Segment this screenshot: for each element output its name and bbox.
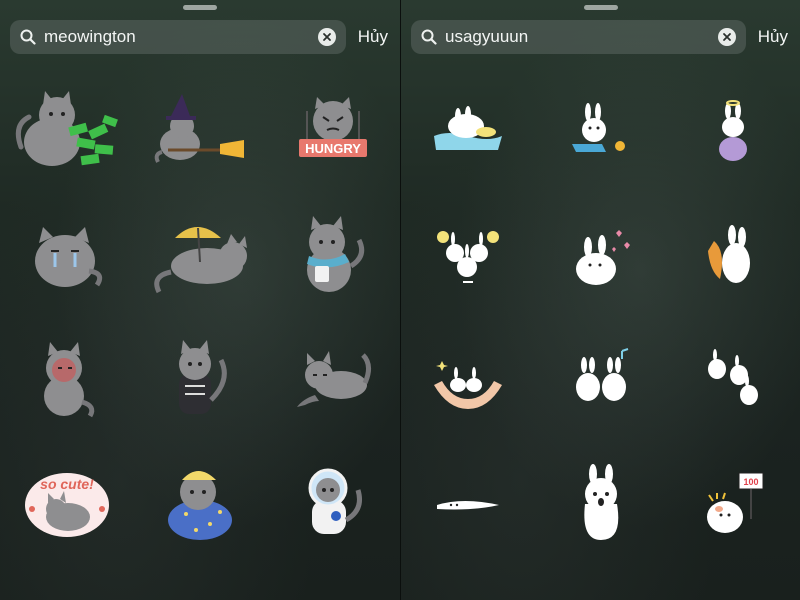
cat-hungry-sticker[interactable]: HUNGRY (267, 70, 400, 194)
drag-handle[interactable] (183, 5, 217, 10)
search-query: usagyuuun (445, 27, 529, 46)
search-input[interactable]: meowington (10, 20, 346, 54)
rabbit-cheerleaders-sticker[interactable] (401, 194, 534, 318)
cat-so-cute-sticker[interactable]: so cute! (0, 442, 133, 566)
cancel-button[interactable]: Hủy (358, 27, 388, 47)
sticker-search-panel-right: usagyuuun Hủy 100 (401, 0, 800, 600)
cat-astronaut-sticker[interactable] (267, 442, 400, 566)
sign-caption: 100 (743, 477, 758, 487)
rabbit-surprised-sticker[interactable] (534, 442, 667, 566)
rabbit-cloud-bath-sticker[interactable] (401, 70, 534, 194)
cat-scarf-mug-sticker[interactable] (267, 194, 400, 318)
clear-search-button[interactable] (317, 28, 336, 46)
rabbit-carrot-sticker[interactable] (667, 194, 800, 318)
sticker-grid: HUNGRY so cute! (0, 70, 400, 566)
cat-money-sticker[interactable] (0, 70, 133, 194)
cat-crying-sticker[interactable] (0, 194, 133, 318)
cat-umbrella-lying-sticker[interactable] (133, 194, 266, 318)
search-bar: meowington Hủy (10, 20, 390, 54)
close-icon (322, 33, 331, 41)
rabbit-sign-sticker[interactable]: 100 (667, 442, 800, 566)
rabbit-laptop-sticker[interactable] (534, 70, 667, 194)
so-cute-caption: so cute! (40, 476, 94, 492)
search-bar: usagyuuun Hủy (411, 20, 790, 54)
cat-blushing-sticker[interactable] (0, 318, 133, 442)
rabbit-lying-flat-sticker[interactable] (401, 442, 534, 566)
cancel-button[interactable]: Hủy (758, 27, 788, 47)
hungry-caption: HUNGRY (305, 141, 361, 156)
search-input[interactable]: usagyuuun (411, 20, 746, 54)
rabbit-stacked-sticker[interactable] (667, 70, 800, 194)
clear-search-button[interactable] (717, 28, 736, 46)
cat-witch-broom-sticker[interactable] (133, 70, 266, 194)
rabbit-dancing-pair-sticker[interactable] (534, 318, 667, 442)
sticker-grid: 100 (401, 70, 800, 566)
rabbit-floating-sticker[interactable] (667, 318, 800, 442)
cat-lying-back-sticker[interactable] (267, 318, 400, 442)
drag-handle[interactable] (583, 5, 618, 10)
search-icon (20, 29, 36, 45)
sticker-search-panel-left: meowington Hủy HUNGRY so cute! (0, 0, 400, 600)
search-icon (421, 29, 437, 45)
cat-pajamas-sticker[interactable] (133, 442, 266, 566)
search-query: meowington (44, 27, 136, 46)
cat-shirt-sitting-sticker[interactable] (133, 318, 266, 442)
close-icon (722, 33, 731, 41)
rabbit-hearts-sticker[interactable] (534, 194, 667, 318)
rabbit-hands-holding-sticker[interactable] (401, 318, 534, 442)
